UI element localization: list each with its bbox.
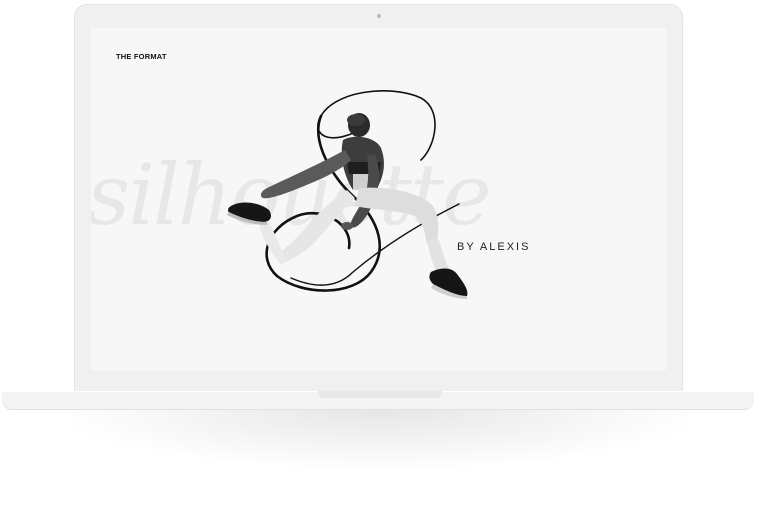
- byline-text: BY ALEXIS: [457, 241, 531, 253]
- camera-dot-icon: [377, 14, 381, 18]
- brand-logo[interactable]: THE FORMAT: [116, 52, 167, 61]
- laptop-lid: silhouette THE FORMAT BY ALEXIS: [74, 4, 683, 393]
- hero-illustration: [227, 90, 468, 299]
- laptop-shadow: [70, 408, 690, 468]
- laptop-mockup: silhouette THE FORMAT BY ALEXIS: [0, 0, 758, 521]
- athlete-silhouette: [227, 113, 468, 299]
- website-screen: silhouette THE FORMAT BY ALEXIS: [91, 28, 666, 370]
- laptop-base: [2, 391, 754, 409]
- trackpad-notch: [318, 391, 442, 398]
